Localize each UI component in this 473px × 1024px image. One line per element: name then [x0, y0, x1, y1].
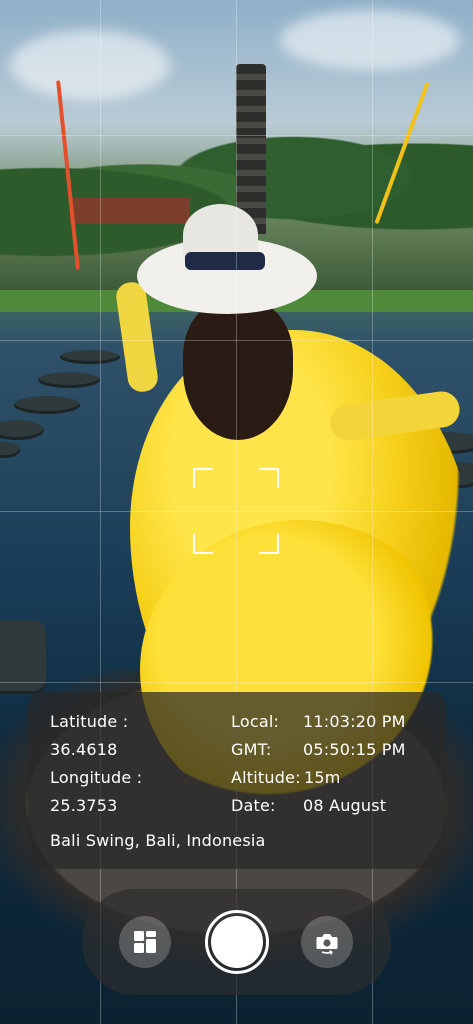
hair	[183, 300, 293, 440]
grid-line	[0, 340, 473, 341]
temple-roof	[70, 198, 190, 224]
gallery-button[interactable]	[119, 916, 171, 968]
cloud	[280, 10, 460, 70]
hat-ribbon	[185, 252, 265, 270]
local-time-value: 11:03:20 PM	[303, 712, 406, 731]
focus-corner	[193, 468, 213, 488]
latitude-value: 36.4618	[50, 740, 118, 759]
gmt-value: 05:50:15 PM	[303, 740, 406, 759]
longitude-label: Longitude :	[50, 768, 143, 787]
focus-corner	[259, 468, 279, 488]
grid-line	[372, 0, 373, 1024]
date-value: 08 August	[303, 796, 387, 815]
grid-line	[0, 682, 473, 683]
grid-icon	[134, 931, 156, 953]
focus-corner	[193, 534, 213, 554]
latitude-label: Latitude :	[50, 712, 129, 731]
switch-camera-button[interactable]	[301, 916, 353, 968]
grid-line	[100, 0, 101, 1024]
focus-corner	[259, 534, 279, 554]
location-name: Bali Swing, Bali, Indonesia	[50, 831, 266, 850]
longitude-value: 25.3753	[50, 796, 118, 815]
stepping-stone	[60, 350, 120, 364]
shutter-button[interactable]	[205, 910, 269, 974]
shutter-inner	[211, 916, 263, 968]
cloud	[10, 30, 170, 100]
gmt-label: GMT:	[231, 740, 272, 759]
camera-controls-bar	[82, 889, 391, 995]
stepping-stone	[38, 372, 100, 388]
altitude-value: 15m	[304, 768, 341, 787]
location-info-card: Latitude : 36.4618 Longitude : 25.3753 L…	[28, 692, 446, 869]
local-time-label: Local:	[231, 712, 280, 731]
focus-frame	[193, 468, 279, 554]
stepping-stone	[14, 396, 80, 414]
date-label: Date:	[231, 796, 276, 815]
altitude-label: Altitude:	[231, 768, 301, 787]
camera-switch-icon	[316, 934, 338, 955]
grid-line	[0, 135, 473, 136]
